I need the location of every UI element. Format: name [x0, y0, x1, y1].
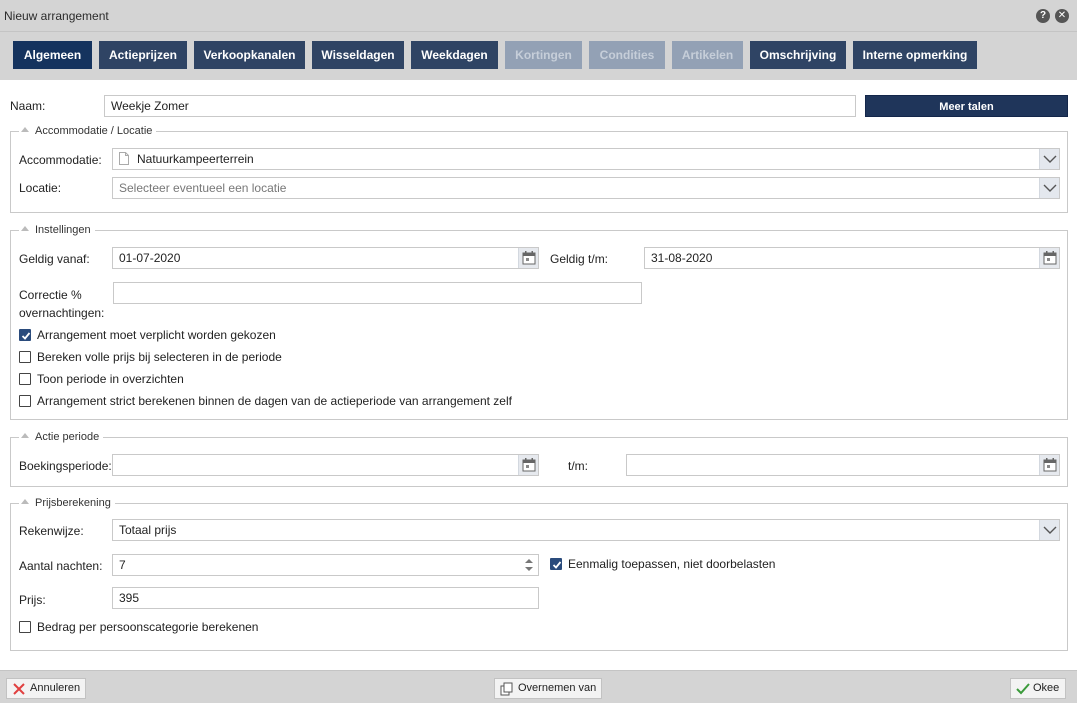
- document-icon: [119, 152, 129, 165]
- valid-to-label: Geldig t/m:: [550, 252, 609, 266]
- chevron-down-icon[interactable]: [1039, 149, 1059, 169]
- close-icon[interactable]: ✕: [1055, 9, 1069, 23]
- tab-interne-opmerking[interactable]: Interne opmerking: [853, 41, 977, 69]
- name-label: Naam:: [10, 99, 46, 113]
- window-title: Nieuw arrangement: [4, 9, 109, 23]
- valid-from-input[interactable]: 01-07-2020: [112, 247, 539, 269]
- checkbox-row-per-person[interactable]: Bedrag per persoonscategorie berekenen: [19, 620, 419, 635]
- settings-legend[interactable]: Instellingen: [19, 223, 95, 237]
- checkbox-row-once[interactable]: Eenmalig toepassen, niet doorbelasten: [550, 557, 850, 572]
- tab-artikelen: Artikelen: [672, 41, 743, 69]
- checkbox-strict[interactable]: [19, 395, 31, 407]
- checkbox-mandatory-label: Arrangement moet verplicht worden gekoze…: [37, 328, 276, 342]
- calendar-icon[interactable]: [1039, 248, 1059, 268]
- spinner-arrows-icon[interactable]: [524, 558, 534, 572]
- nights-value: 7: [119, 558, 126, 572]
- nights-stepper[interactable]: 7: [112, 554, 539, 576]
- accommodation-label: Accommodatie:: [19, 153, 102, 167]
- checkbox-show-period-label: Toon periode in overzichten: [37, 372, 184, 386]
- chevron-down-icon[interactable]: [1039, 178, 1059, 198]
- tab-wisseldagen[interactable]: Wisseldagen: [312, 41, 404, 69]
- booking-to-input[interactable]: [626, 454, 1060, 476]
- accommodation-group: Accommodatie / Locatie: [10, 124, 1068, 213]
- collapse-triangle-icon: [21, 433, 29, 438]
- valid-from-value: 01-07-2020: [119, 251, 181, 265]
- checkmark-icon: [1016, 683, 1030, 695]
- method-label: Rekenwijze:: [19, 524, 84, 538]
- tab-bar: Algemeen Actieprijzen Verkoopkanalen Wis…: [0, 32, 1077, 80]
- booking-to-label: t/m:: [568, 459, 588, 473]
- checkbox-row-mandatory[interactable]: Arrangement moet verplicht worden gekoze…: [19, 328, 419, 343]
- more-languages-button[interactable]: Meer talen: [865, 95, 1068, 117]
- correction-label-line1: Correctie %: [19, 288, 82, 302]
- checkbox-mandatory[interactable]: [19, 329, 31, 341]
- name-input[interactable]: Weekje Zomer: [104, 95, 856, 117]
- accommodation-legend[interactable]: Accommodatie / Locatie: [19, 124, 157, 138]
- location-placeholder: Selecteer eventueel een locatie: [119, 181, 287, 195]
- method-select[interactable]: Totaal prijs: [112, 519, 1060, 541]
- collapse-triangle-icon: [21, 499, 29, 504]
- tab-algemeen[interactable]: Algemeen: [13, 41, 92, 69]
- checkbox-per-person-label: Bedrag per persoonscategorie berekenen: [37, 620, 259, 634]
- window-titlebar: Nieuw arrangement ? ✕: [0, 0, 1077, 32]
- copy-icon: [500, 682, 513, 696]
- tab-actieprijzen[interactable]: Actieprijzen: [99, 41, 187, 69]
- method-value: Totaal prijs: [119, 523, 177, 537]
- tab-weekdagen[interactable]: Weekdagen: [411, 41, 498, 69]
- nights-label: Aantal nachten:: [19, 559, 103, 573]
- tab-kortingen: Kortingen: [505, 41, 582, 69]
- collapse-triangle-icon: [21, 127, 29, 132]
- accommodation-value: Natuurkampeerterrein: [137, 152, 254, 166]
- tab-verkoopkanalen[interactable]: Verkoopkanalen: [194, 41, 305, 69]
- price-label: Prijs:: [19, 593, 46, 607]
- checkbox-per-person[interactable]: [19, 621, 31, 633]
- checkbox-once[interactable]: [550, 558, 562, 570]
- action-period-legend[interactable]: Actie periode: [19, 430, 104, 444]
- correction-label-line2: overnachtingen:: [19, 306, 105, 320]
- ok-button[interactable]: Okee: [1010, 678, 1066, 699]
- accommodation-select[interactable]: Natuurkampeerterrein: [112, 148, 1060, 170]
- checkbox-show-period[interactable]: [19, 373, 31, 385]
- checkbox-strict-label: Arrangement strict berekenen binnen de d…: [37, 394, 512, 408]
- checkbox-row-full-price[interactable]: Bereken volle prijs bij selecteren in de…: [19, 350, 419, 365]
- location-label: Locatie:: [19, 181, 62, 195]
- collapse-triangle-icon: [21, 226, 29, 231]
- checkbox-once-label: Eenmalig toepassen, niet doorbelasten: [568, 557, 776, 571]
- tab-condities: Condities: [589, 41, 665, 69]
- location-select[interactable]: Selecteer eventueel een locatie: [112, 177, 1060, 199]
- booking-period-label: Boekingsperiode:: [19, 459, 112, 473]
- valid-to-input[interactable]: 31-08-2020: [644, 247, 1060, 269]
- checkbox-row-strict[interactable]: Arrangement strict berekenen binnen de d…: [19, 394, 619, 409]
- booking-period-input[interactable]: [112, 454, 539, 476]
- cancel-button[interactable]: Annuleren: [6, 678, 86, 699]
- question-icon[interactable]: ?: [1036, 9, 1050, 23]
- valid-to-value: 31-08-2020: [651, 251, 713, 265]
- name-input-value: Weekje Zomer: [111, 99, 189, 113]
- checkbox-full-price-label: Bereken volle prijs bij selecteren in de…: [37, 350, 282, 364]
- close-icon: [13, 683, 25, 695]
- tab-omschrijving[interactable]: Omschrijving: [750, 41, 846, 69]
- valid-from-label: Geldig vanaf:: [19, 252, 90, 266]
- calendar-icon[interactable]: [1039, 455, 1059, 475]
- price-value: 395: [119, 591, 140, 605]
- checkbox-row-show-period[interactable]: Toon periode in overzichten: [19, 372, 419, 387]
- dialog-footer: Annuleren Overnemen van Okee: [0, 670, 1077, 703]
- calendar-icon[interactable]: [518, 248, 538, 268]
- price-input[interactable]: 395: [112, 587, 539, 609]
- chevron-down-icon[interactable]: [1039, 520, 1059, 540]
- correction-input[interactable]: [113, 282, 642, 304]
- price-legend[interactable]: Prijsberekening: [19, 496, 115, 510]
- copy-from-button[interactable]: Overnemen van: [494, 678, 602, 699]
- checkbox-full-price[interactable]: [19, 351, 31, 363]
- calendar-icon[interactable]: [518, 455, 538, 475]
